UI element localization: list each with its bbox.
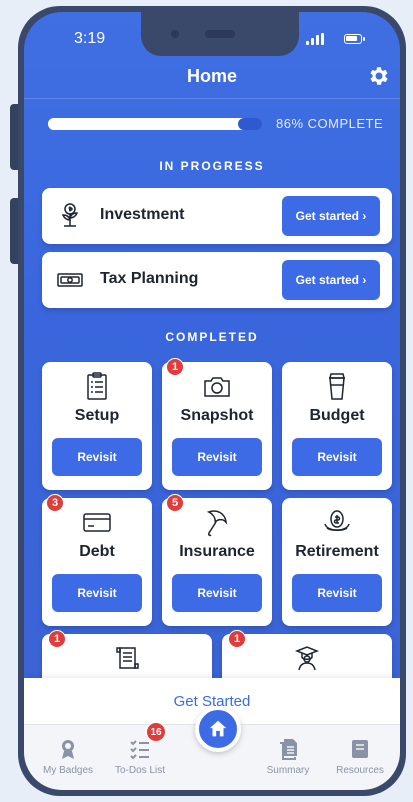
phone-frame: 3:19 Home 86% COMPLETE IN PROGRESS Inves… [18,6,406,796]
app-header: Home [24,56,400,98]
debt-revisit-button[interactable]: Revisit [52,574,142,612]
retirement-label: Retirement [295,543,379,560]
clipboard-icon [87,372,107,400]
page-title: Home [186,66,237,86]
budget-label: Budget [309,407,365,424]
progress-fill [48,118,229,130]
camera-icon [171,30,179,38]
app-screen: 3:19 Home 86% COMPLETE IN PROGRESS Inves… [24,12,400,790]
progress-remaining [238,118,262,130]
snapshot-label: Snapshot [180,407,254,424]
documents-icon [280,739,297,760]
scroll-icon [116,647,139,669]
tab-my-badges[interactable]: My Badges [33,737,103,776]
education-badge: 1 [228,630,246,648]
insurance-label: Insurance [179,543,255,560]
scroll-badge: 1 [48,630,66,648]
retirement-tile[interactable]: Retirement Revisit [282,498,392,626]
setup-revisit-button[interactable]: Revisit [52,438,142,476]
cup-icon [329,373,345,400]
book-icon [352,740,368,758]
setup-label: Setup [74,407,120,424]
signal-icon [306,33,324,45]
battery-icon [344,34,365,44]
investment-label: Investment [100,206,185,223]
plant-money-icon [61,203,79,227]
tab-summary[interactable]: Summary [253,737,323,776]
setup-tile[interactable]: Setup Revisit [42,362,152,490]
debt-badge: 3 [46,494,64,512]
home-button[interactable] [195,706,241,752]
tab-resources[interactable]: Resources [325,737,395,776]
tax-planning-card[interactable]: Tax Planning Get started › [42,252,392,308]
umbrella-icon [206,510,228,537]
tax-planning-get-started-button[interactable]: Get started › [282,260,380,300]
credit-card-icon [83,513,111,532]
investment-card[interactable]: Investment Get started › [42,188,392,244]
insurance-tile[interactable]: 5 Insurance Revisit [162,494,272,626]
in-progress-heading: IN PROGRESS [159,159,265,173]
gear-icon[interactable] [366,64,390,88]
speaker-icon [205,30,235,38]
tab-summary-label: Summary [266,765,310,776]
tax-planning-label: Tax Planning [100,270,199,287]
insurance-revisit-button[interactable]: Revisit [172,574,262,612]
insurance-badge: 5 [166,494,184,512]
cash-icon [57,273,83,287]
todos-count-badge: 16 [146,722,166,742]
graduate-icon [294,646,320,671]
debt-tile[interactable]: 3 Debt Revisit [42,494,152,626]
checklist-icon [130,740,149,760]
badge-icon [62,740,74,759]
status-time: 3:19 [74,30,106,47]
tab-todos-list[interactable]: To-Dos List [105,737,175,776]
investment-get-started-button[interactable]: Get started › [282,196,380,236]
header-divider [24,98,400,99]
tab-todos-list-label: To-Dos List [114,765,165,776]
camera-icon [204,377,230,397]
snapshot-badge: 1 [166,358,184,376]
completed-heading: COMPLETED [165,330,259,344]
tab-my-badges-label: My Badges [42,765,94,776]
nest-egg-icon [324,510,350,531]
progress-bar [48,118,258,130]
home-icon [209,720,227,737]
progress-label: 86% COMPLETE [276,116,384,131]
snapshot-revisit-button[interactable]: Revisit [172,438,262,476]
tab-resources-label: Resources [336,765,384,776]
snapshot-tile[interactable]: 1 Snapshot Revisit [162,358,272,490]
retirement-revisit-button[interactable]: Revisit [292,574,382,612]
budget-revisit-button[interactable]: Revisit [292,438,382,476]
budget-tile[interactable]: Budget Revisit [282,362,392,490]
debt-label: Debt [79,543,115,560]
notch [141,12,299,56]
